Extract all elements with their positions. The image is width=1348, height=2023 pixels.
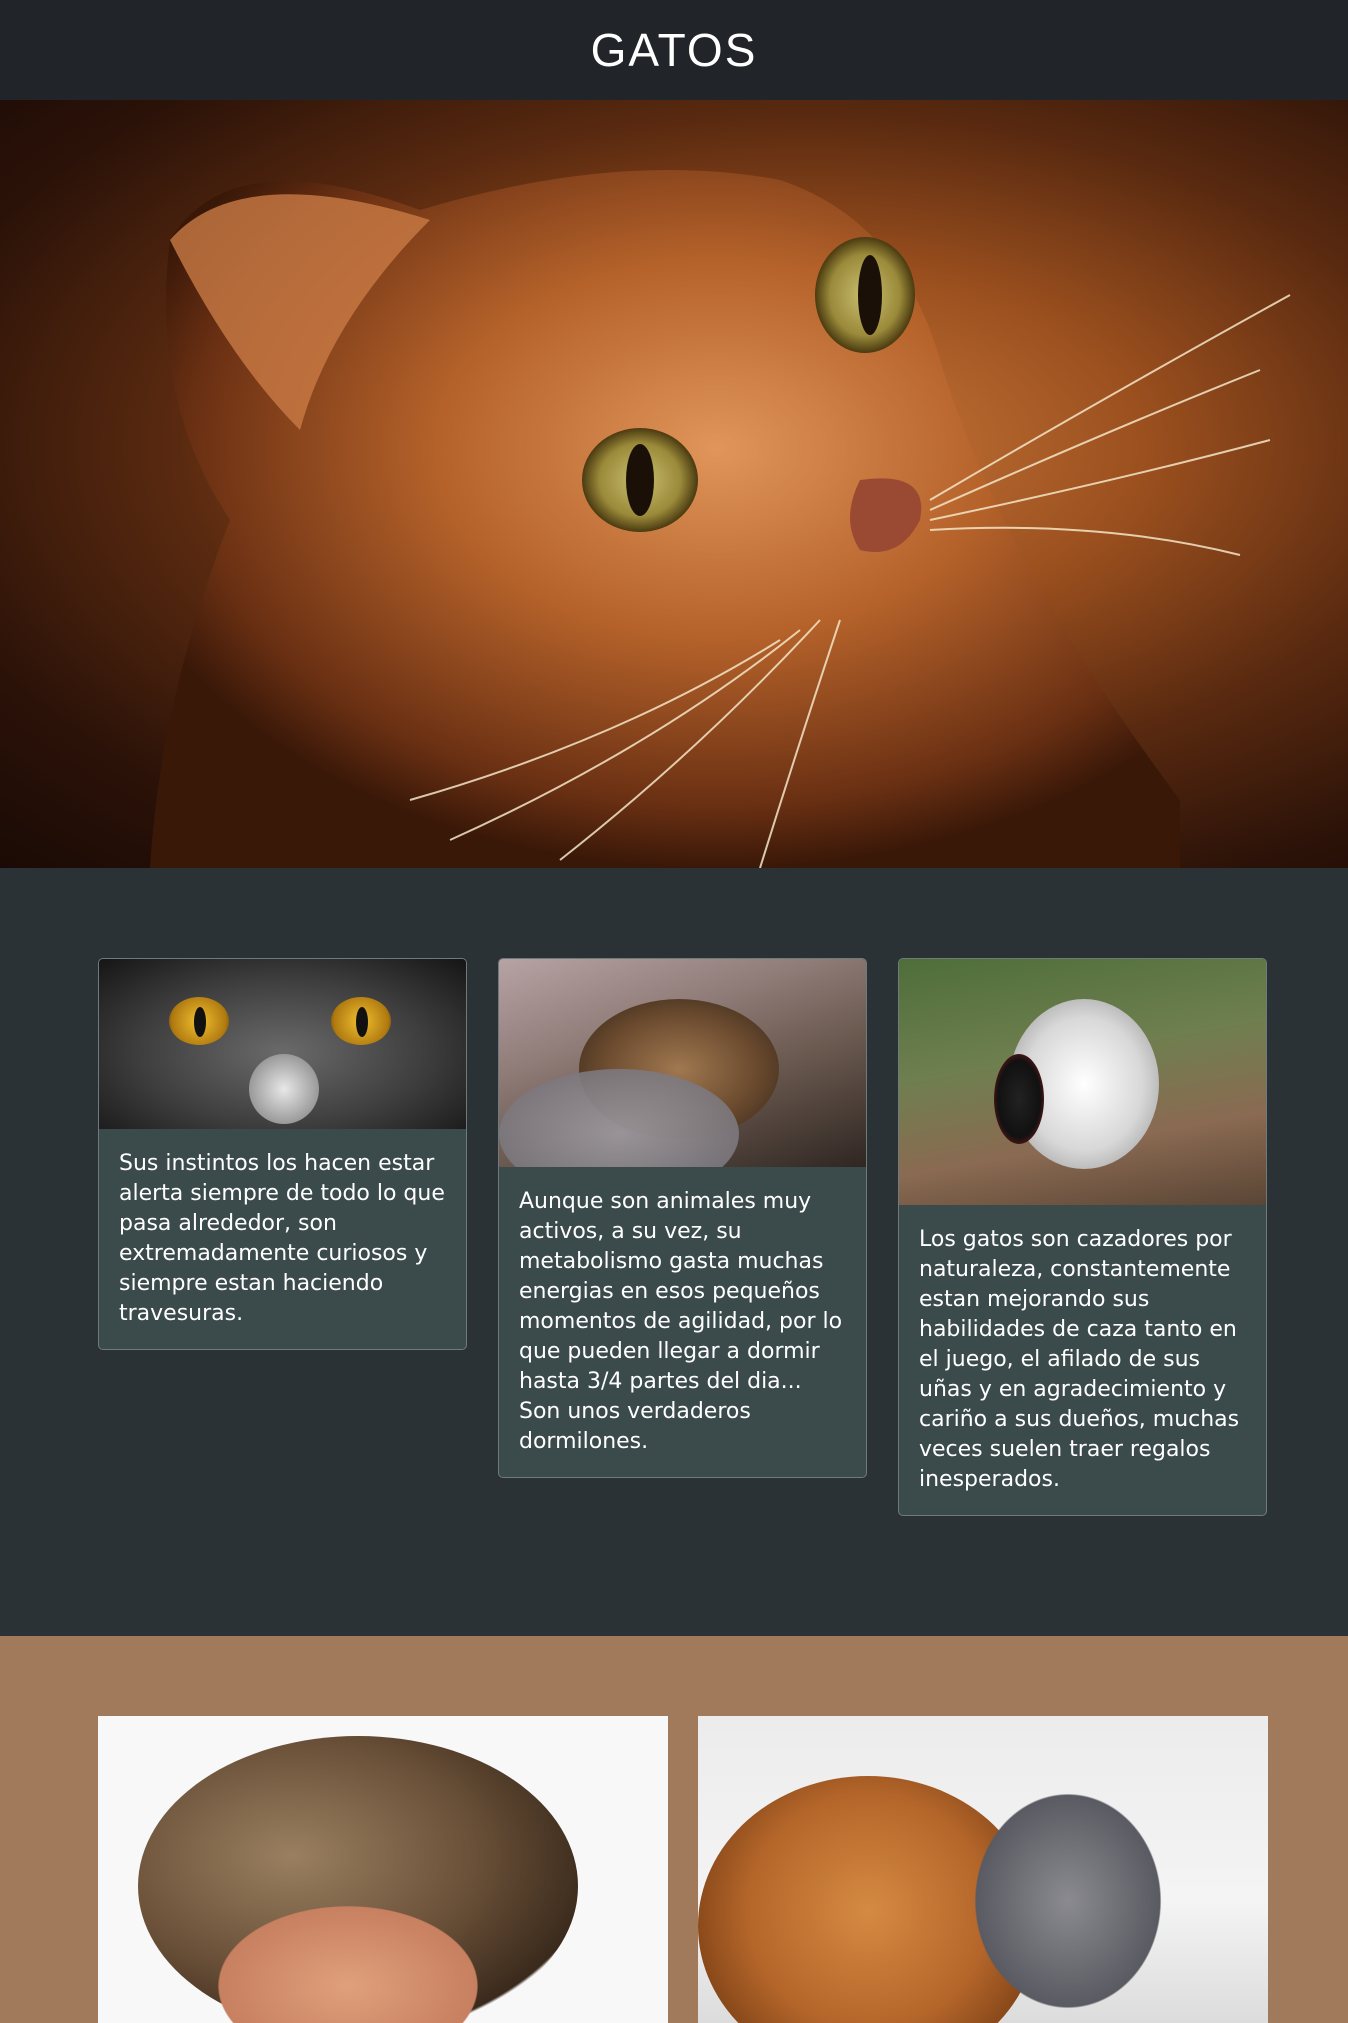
hero-cat-illustration — [150, 170, 1291, 868]
gray-cat-eyes-image — [99, 959, 466, 1129]
info-card-hunting: Los gatos son cazadores por naturaleza, … — [898, 958, 1267, 1516]
sleeping-tabby-cat-image — [499, 959, 866, 1167]
card-text: Sus instintos los hacen estar alerta sie… — [119, 1151, 445, 1326]
card-text: Aunque son animales muy activos, a su ve… — [519, 1189, 843, 1454]
page-title: GATOS — [590, 24, 758, 76]
info-card-sleep: Aunque son animales muy activos, a su ve… — [498, 958, 867, 1478]
cat-hunting-bird-image — [899, 959, 1266, 1205]
hero-image — [0, 100, 1348, 868]
dog-and-cat-image — [698, 1716, 1268, 2023]
info-card-instincts: Sus instintos los hacen estar alerta sie… — [98, 958, 467, 1350]
site-header: GATOS — [0, 0, 1348, 100]
card-text: Los gatos son cazadores por naturaleza, … — [919, 1227, 1240, 1492]
kitten-in-hand-image — [98, 1716, 668, 2023]
